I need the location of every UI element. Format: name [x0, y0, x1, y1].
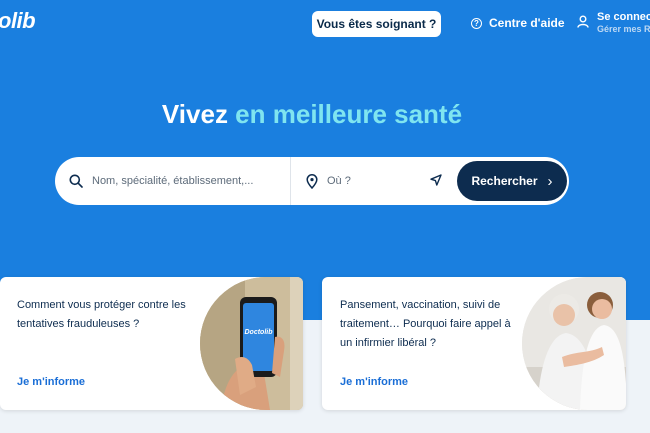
headline-accent: en meilleure santé: [235, 99, 463, 129]
card-nurse-link[interactable]: Je m'informe: [340, 376, 408, 388]
card-nurse-text: Pansement, vaccination, suivi de traitem…: [340, 299, 511, 349]
help-center-link[interactable]: ? Centre d'aide: [471, 16, 565, 30]
search-icon: [69, 174, 83, 188]
search-bar: Nom, spécialité, établissement,... Où ? …: [55, 157, 569, 205]
login-link[interactable]: Se connec Gérer mes R: [577, 11, 650, 35]
search-what-input[interactable]: Nom, spécialité, établissement,...: [55, 157, 291, 205]
doctolib-logo[interactable]: olib: [0, 8, 36, 34]
login-subtitle: Gérer mes R: [597, 24, 650, 34]
search-where-input[interactable]: Où ?: [291, 157, 456, 205]
card-fraud-link[interactable]: Je m'informe: [17, 376, 85, 388]
search-where-placeholder: Où ?: [327, 175, 351, 187]
page-headline: Vivez en meilleure santé: [0, 99, 624, 130]
nurse-and-patient-image: [522, 277, 626, 410]
help-center-label: Centre d'aide: [489, 16, 565, 30]
user-icon: [577, 15, 589, 28]
healthcare-pro-button[interactable]: Vous êtes soignant ?: [312, 11, 441, 37]
info-card-fraud[interactable]: Comment vous protéger contre les tentati…: [0, 277, 303, 410]
search-submit-button[interactable]: Rechercher ›: [457, 161, 567, 201]
phone-in-hand-image: Doctolib: [200, 277, 303, 410]
login-title: Se connec: [597, 11, 650, 23]
search-submit-label: Rechercher: [471, 174, 538, 188]
location-pin-icon: [306, 173, 318, 189]
search-what-placeholder: Nom, spécialité, établissement,...: [92, 175, 254, 187]
info-card-nurse[interactable]: Pansement, vaccination, suivi de traitem…: [322, 277, 626, 410]
geolocate-icon[interactable]: [430, 174, 442, 186]
help-icon: ?: [471, 17, 482, 29]
headline-part1: Vivez: [161, 99, 236, 129]
card-fraud-text: Comment vous protéger contre les tentati…: [17, 299, 186, 330]
phone-brand-text: Doctolib: [244, 329, 273, 336]
chevron-right-icon: ›: [547, 172, 553, 190]
